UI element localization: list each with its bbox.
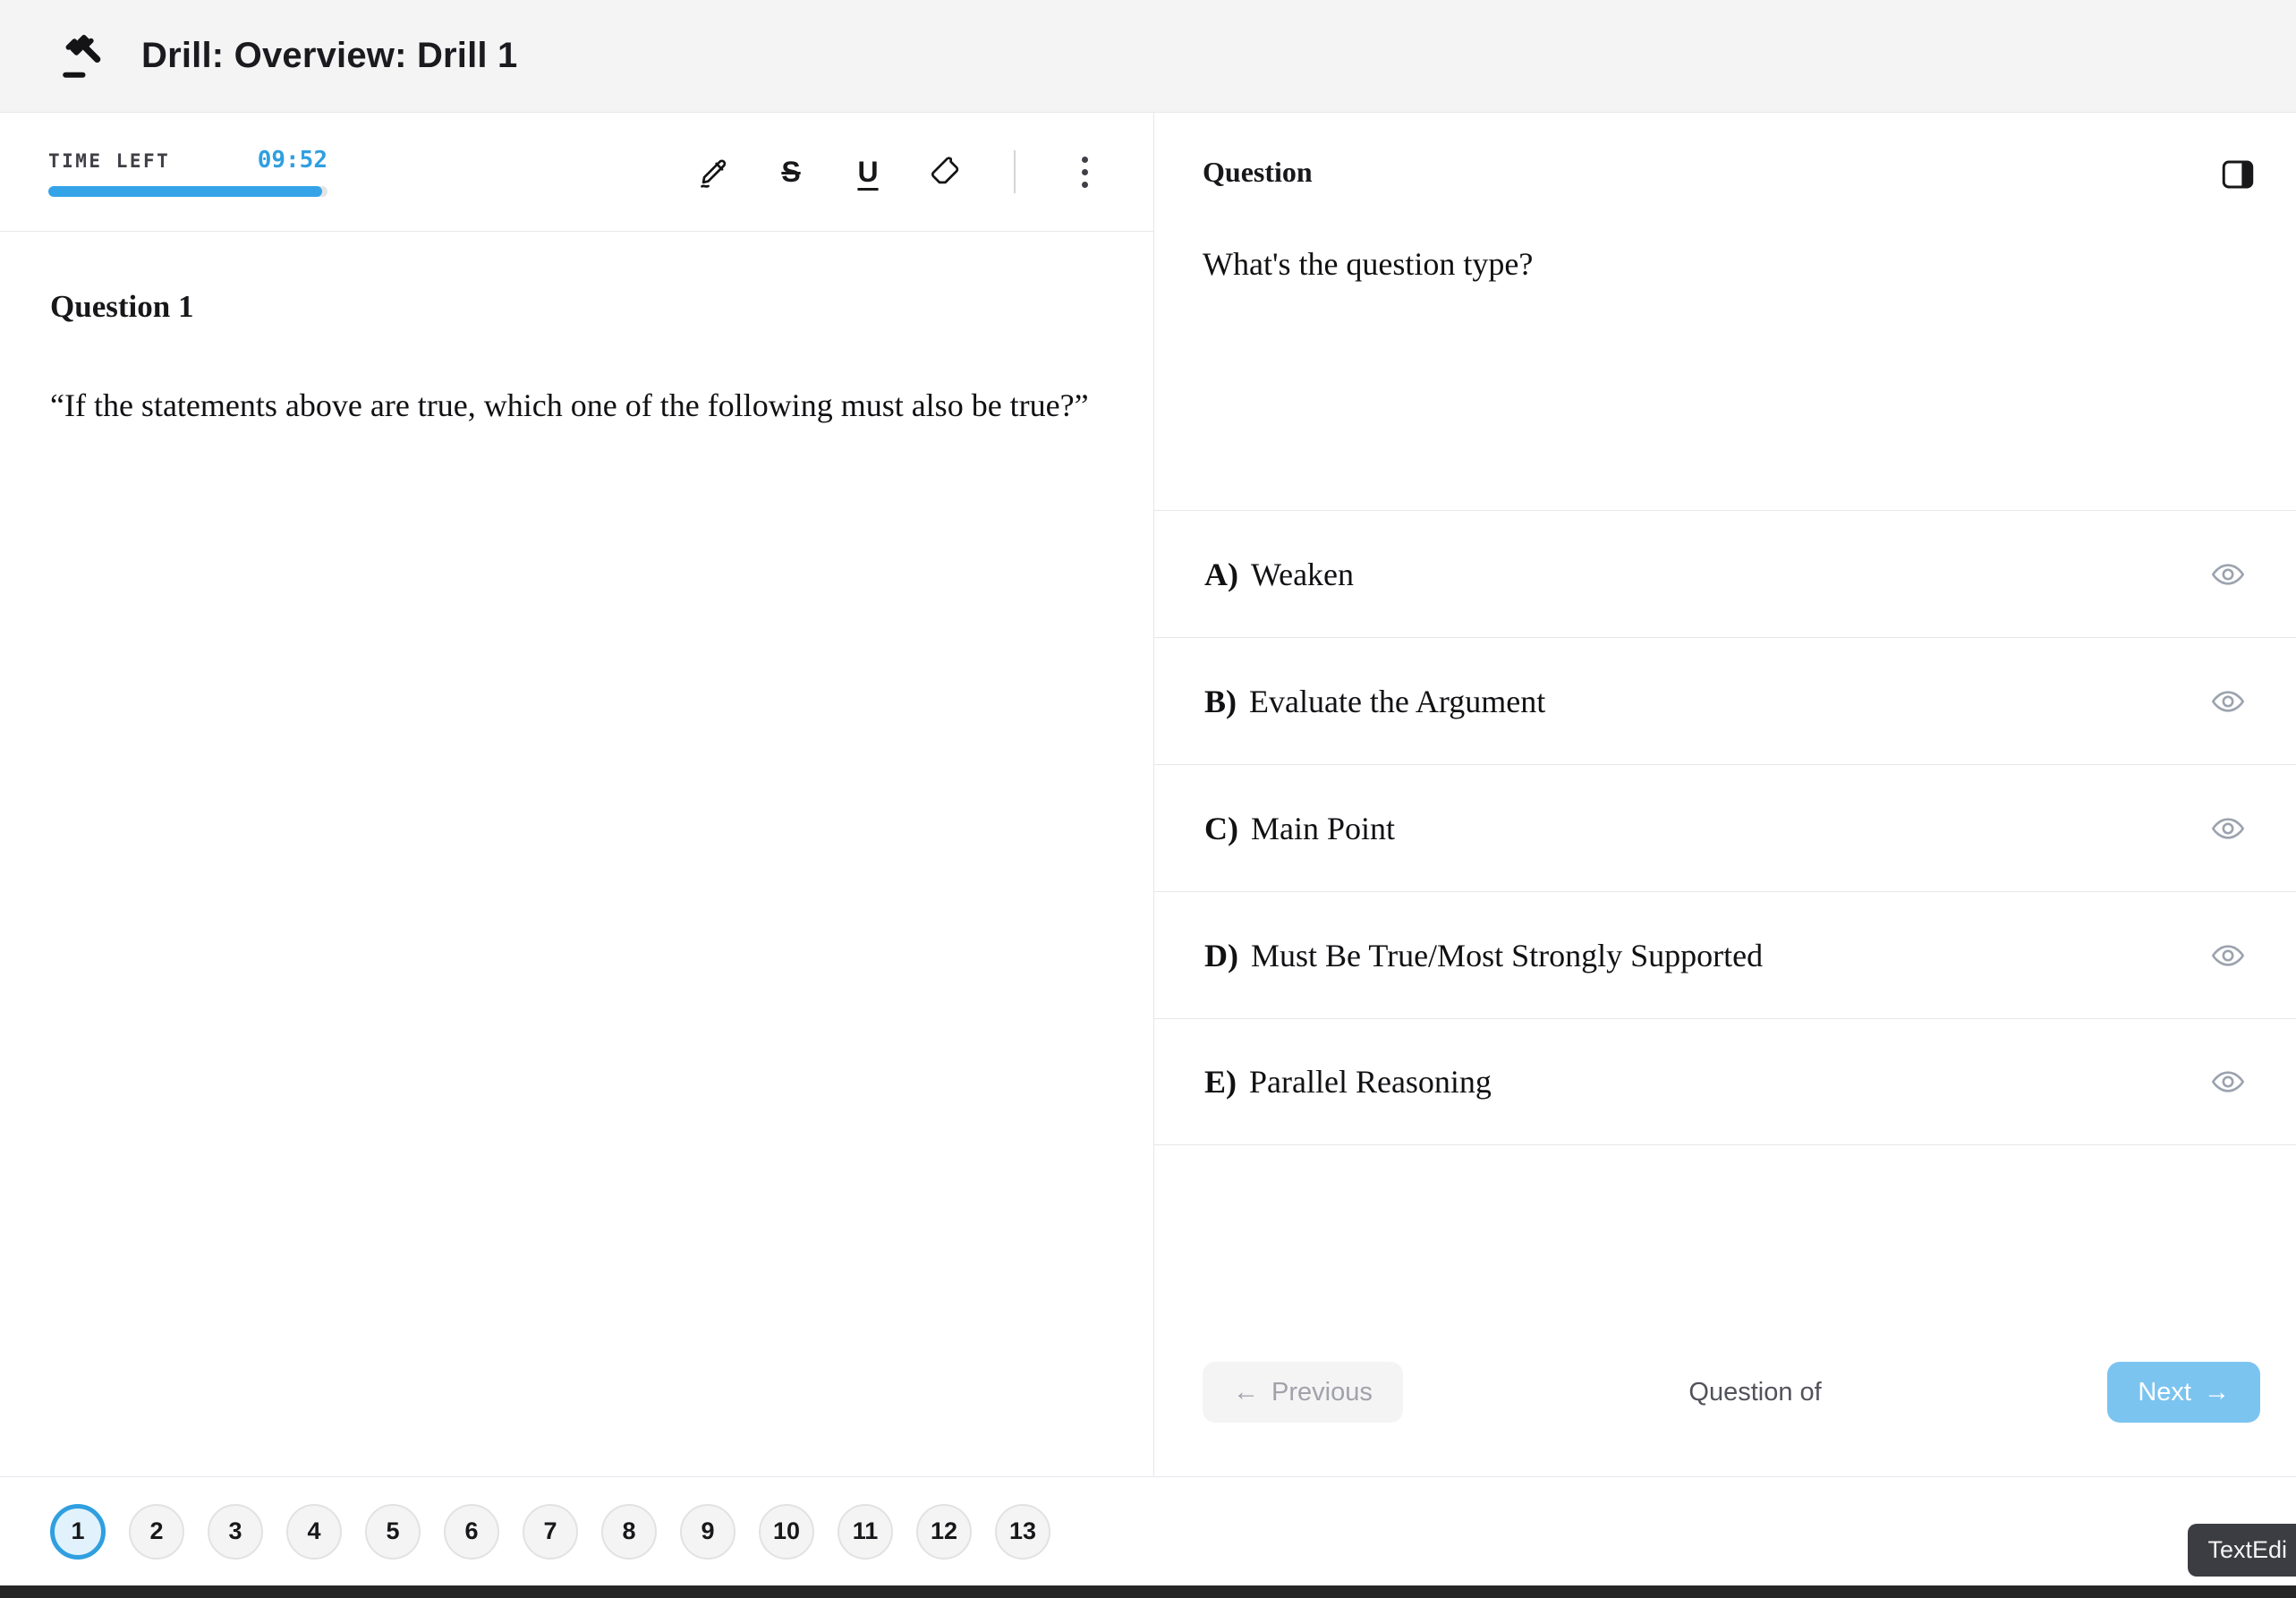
option-label: Weaken	[1251, 557, 1354, 592]
answer-panel-heading: Question	[1203, 156, 1313, 189]
option-letter: E)	[1204, 1064, 1237, 1100]
question-prompt: What's the question type?	[1203, 245, 2257, 283]
option-label: Parallel Reasoning	[1249, 1064, 1492, 1100]
option-letter: A)	[1204, 557, 1238, 592]
pagination-item[interactable]: 13	[995, 1504, 1050, 1560]
answer-panel-footer: ← Previous Question of Next →	[1154, 1362, 2296, 1476]
eraser-icon[interactable]	[924, 151, 965, 192]
question-content: Question 1 “If the statements above are …	[0, 232, 1153, 495]
annotation-toolbar: TIME LEFT 09:52 S U	[0, 113, 1153, 232]
previous-button[interactable]: ← Previous	[1203, 1362, 1403, 1423]
next-button[interactable]: Next →	[2107, 1362, 2260, 1423]
answer-options: A) Weaken B) Evaluate the Argument C) Main …	[1154, 510, 2296, 1145]
dock-edge-strip	[0, 1585, 2296, 1598]
answer-panel-top: Question What's the question type?	[1154, 113, 2296, 510]
pagination-item[interactable]: 3	[208, 1504, 263, 1560]
pagination-item[interactable]: 9	[680, 1504, 736, 1560]
strikethrough-icon[interactable]: S	[770, 151, 812, 192]
app-header: Drill: Overview: Drill 1	[0, 0, 2296, 113]
kebab-menu-icon[interactable]	[1064, 151, 1105, 192]
underline-icon[interactable]: U	[847, 151, 889, 192]
pagination-item[interactable]: 1	[50, 1504, 106, 1560]
pagination-item[interactable]: 2	[129, 1504, 184, 1560]
answer-panel: Question What's the question type? A) Wea…	[1154, 113, 2296, 1476]
eye-icon[interactable]	[2210, 938, 2246, 973]
option-label: Evaluate the Argument	[1249, 684, 1545, 719]
toolbar-icons: S U	[693, 150, 1105, 193]
pagination-item[interactable]: 5	[365, 1504, 421, 1560]
option-e-row[interactable]: E) Parallel Reasoning	[1154, 1018, 2296, 1145]
pagination-item[interactable]: 6	[444, 1504, 499, 1560]
timer-progress-track	[48, 186, 327, 197]
highlighter-icon[interactable]	[693, 151, 735, 192]
option-a-row[interactable]: A) Weaken	[1154, 510, 2296, 637]
next-button-label: Next	[2138, 1378, 2191, 1407]
eye-icon[interactable]	[2210, 811, 2246, 846]
timer-value: 09:52	[258, 147, 327, 174]
eye-icon[interactable]	[2210, 684, 2246, 719]
timer-progress-fill	[48, 186, 322, 197]
pagination-item[interactable]: 12	[916, 1504, 972, 1560]
arrow-right-icon: →	[2204, 1378, 2230, 1407]
gavel-icon	[59, 32, 107, 81]
timer: TIME LEFT 09:52	[48, 147, 327, 197]
pagination-item[interactable]: 4	[286, 1504, 342, 1560]
question-number-heading: Question 1	[50, 289, 1103, 325]
option-b-row[interactable]: B) Evaluate the Argument	[1154, 637, 2296, 764]
option-label: Must Be True/Most Strongly Supported	[1251, 938, 1763, 973]
pagination-item[interactable]: 8	[601, 1504, 657, 1560]
pagination-item[interactable]: 11	[838, 1504, 893, 1560]
arrow-left-icon: ←	[1233, 1378, 1259, 1407]
page-title: Drill: Overview: Drill 1	[141, 36, 518, 76]
eye-icon[interactable]	[2210, 557, 2246, 592]
eye-icon[interactable]	[2210, 1064, 2246, 1100]
question-pagination: 1 2 3 4 5 6 7 8 9 10 11 12 13	[0, 1476, 2296, 1585]
collapse-panel-icon[interactable]	[2219, 156, 2257, 193]
timer-label: TIME LEFT	[48, 150, 170, 172]
option-d-row[interactable]: D) Must Be True/Most Strongly Supported	[1154, 891, 2296, 1018]
question-progress-text: Question of	[1688, 1378, 1821, 1407]
question-panel: TIME LEFT 09:52 S U	[0, 113, 1154, 1476]
previous-button-label: Previous	[1271, 1378, 1373, 1407]
os-app-tooltip: TextEdi	[2188, 1524, 2296, 1577]
pagination-item[interactable]: 10	[759, 1504, 814, 1560]
pagination-item[interactable]: 7	[523, 1504, 578, 1560]
question-passage: “If the statements above are true, which…	[50, 373, 1103, 438]
option-label: Main Point	[1251, 811, 1395, 846]
main-area: TIME LEFT 09:52 S U	[0, 113, 2296, 1476]
option-letter: C)	[1204, 811, 1238, 846]
option-c-row[interactable]: C) Main Point	[1154, 764, 2296, 891]
toolbar-divider	[1014, 150, 1016, 193]
option-letter: D)	[1204, 938, 1238, 973]
option-letter: B)	[1204, 684, 1237, 719]
